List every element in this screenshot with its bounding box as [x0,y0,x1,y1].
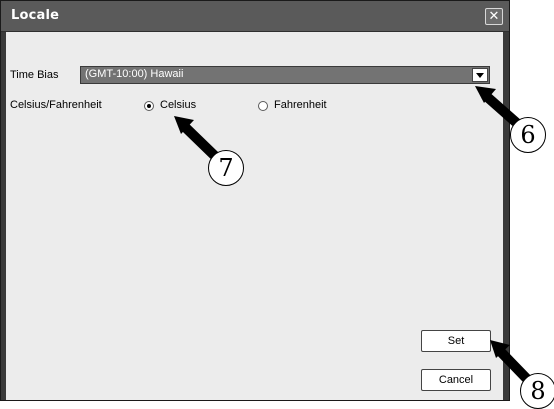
callout-8: 8 [520,373,554,409]
annotation-arrows [174,86,532,384]
arrow-8-shaft [495,346,532,384]
callout-6: 6 [510,117,546,153]
arrow-7-shaft [180,122,221,162]
callout-7: 7 [208,150,244,186]
arrow-6-shaft [481,91,523,129]
